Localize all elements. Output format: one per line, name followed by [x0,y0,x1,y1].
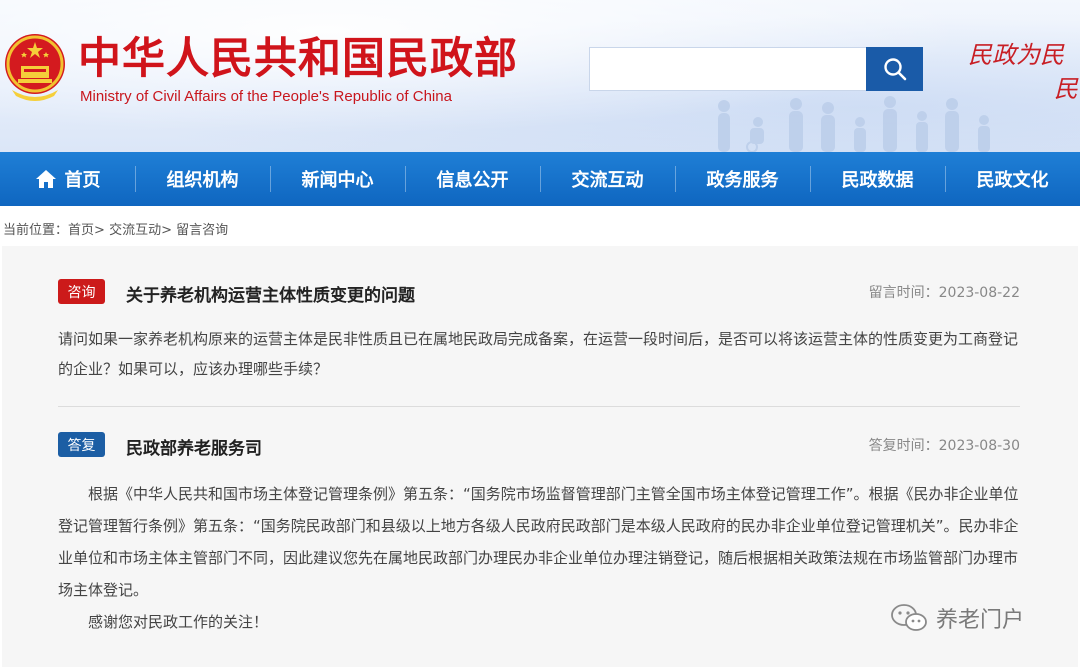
breadcrumb-separator: > [161,223,172,238]
nav-item-home[interactable]: 首页 [0,152,135,206]
answer-title: 民政部养老服务司 [126,439,262,459]
answer-tag: 答复 [58,432,105,457]
nav-label-news: 新闻中心 [301,170,374,191]
answer-time-value: 2023-08-30 [938,438,1020,454]
site-header: 中华人民共和国民政部 Ministry of Civil Affairs of … [0,0,1080,152]
watermark-text: 养老门户 [936,608,1025,633]
home-icon [35,169,57,189]
breadcrumb-home-link[interactable]: 首页 [68,223,94,238]
site-subtitle: Ministry of Civil Affairs of the People'… [80,88,452,105]
wechat-icon [890,603,928,633]
nav-item-organization[interactable]: 组织机构 [135,152,270,206]
search-input[interactable] [589,47,867,91]
question-time-label: 留言时间： [868,285,939,301]
answer-time: 答复时间：2023-08-30 [869,435,1020,455]
nav-label-data: 民政数据 [841,170,914,191]
breadcrumb-prefix: 当前位置： [3,223,69,238]
answer-time-label: 答复时间： [868,438,939,454]
question-time: 留言时间：2023-08-22 [869,282,1020,302]
nav-label-info-disclosure: 信息公开 [436,170,509,191]
people-silhouette-decoration [718,96,990,152]
breadcrumb-separator: > [94,223,105,238]
answer-body: 根据《中华人民共和国市场主体登记管理条例》第五条：“国务院市场监督管理部门主管全… [58,478,1020,638]
question-tag: 咨询 [58,279,105,304]
breadcrumb: 当前位置：首页> 交流互动> 留言咨询 [3,219,228,238]
answer-thanks: 感谢您对民政工作的关注！ [88,613,269,631]
nav-item-interaction[interactable]: 交流互动 [540,152,675,206]
main-nav: 首页 组织机构 新闻中心 信息公开 交流互动 政务服务 民政数据 民政文化 [0,152,1080,206]
site-title: 中华人民共和国民政部 [78,34,518,84]
nav-item-culture[interactable]: 民政文化 [945,152,1080,206]
nav-label-services: 政务服务 [706,170,779,191]
nav-label-culture: 民政文化 [976,170,1049,191]
nav-item-news[interactable]: 新闻中心 [270,152,405,206]
answer-paragraph: 根据《中华人民共和国市场主体登记管理条例》第五条：“国务院市场监督管理部门主管全… [58,485,1019,599]
question-time-value: 2023-08-22 [938,285,1020,301]
breadcrumb-current: 留言咨询 [176,223,229,238]
divider [58,406,1020,407]
nav-item-info-disclosure[interactable]: 信息公开 [405,152,540,206]
breadcrumb-section-link[interactable]: 交流互动 [109,223,161,238]
question-title: 关于养老机构运营主体性质变更的问题 [126,286,415,306]
nav-label-home: 首页 [64,170,101,191]
national-emblem-icon [5,34,65,101]
search-icon [883,58,906,81]
nav-item-data[interactable]: 民政数据 [810,152,945,206]
slogan-line1: 民政为民 [968,41,1064,69]
search-button[interactable] [866,47,923,91]
watermark: 养老门户 [890,602,1024,634]
nav-label-organization: 组织机构 [166,170,239,191]
nav-label-interaction: 交流互动 [571,170,644,191]
nav-item-services[interactable]: 政务服务 [675,152,810,206]
question-body: 请问如果一家养老机构原来的运营主体是民非性质且已在属地民政局完成备案，在运营一段… [58,330,1019,378]
